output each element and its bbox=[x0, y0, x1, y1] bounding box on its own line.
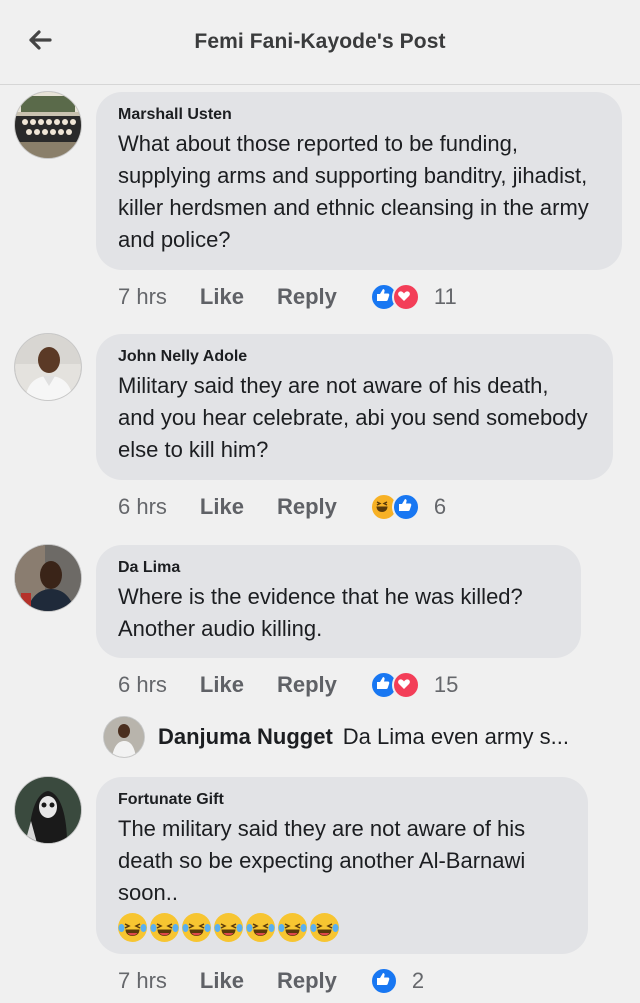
comment-author[interactable]: Da Lima bbox=[118, 559, 559, 577]
like-button[interactable]: Like bbox=[200, 494, 244, 520]
comment-actions: 6 hrs Like Reply 6 bbox=[118, 492, 446, 522]
comment-author[interactable]: Marshall Usten bbox=[118, 106, 600, 124]
reaction-count[interactable]: 11 bbox=[434, 284, 457, 310]
comment-actions: 6 hrs Like Reply 15 bbox=[118, 670, 458, 700]
tears-of-joy-emoji-icon bbox=[214, 913, 243, 942]
comment-time[interactable]: 7 hrs bbox=[118, 968, 167, 994]
comment-time[interactable]: 6 hrs bbox=[118, 672, 167, 698]
reaction-count[interactable]: 15 bbox=[434, 672, 458, 698]
tears-of-joy-emoji-icon bbox=[310, 913, 339, 942]
reply-button[interactable]: Reply bbox=[277, 494, 337, 520]
comment-text: Military said they are not aware of his … bbox=[118, 373, 588, 462]
reactions-summary[interactable] bbox=[369, 283, 420, 311]
tears-of-joy-emoji-icon bbox=[246, 913, 275, 942]
love-reaction-icon bbox=[391, 671, 420, 699]
avatar[interactable] bbox=[104, 717, 144, 757]
like-reaction-icon bbox=[391, 493, 420, 521]
emoji-row bbox=[118, 913, 566, 942]
comment-actions: 7 hrs Like Reply 11 bbox=[118, 282, 457, 312]
comment-author[interactable]: Fortunate Gift bbox=[118, 791, 566, 809]
reply-button[interactable]: Reply bbox=[277, 284, 337, 310]
tears-of-joy-emoji-icon bbox=[182, 913, 211, 942]
like-reaction-icon bbox=[369, 967, 398, 995]
comment-author[interactable]: John Nelly Adole bbox=[118, 348, 591, 366]
reply-preview[interactable]: Danjuma Nugget Da Lima even army s... bbox=[104, 715, 569, 759]
avatar[interactable] bbox=[15, 334, 81, 400]
reaction-count[interactable]: 6 bbox=[434, 494, 446, 520]
reply-author[interactable]: Danjuma Nugget bbox=[158, 724, 333, 750]
avatar[interactable] bbox=[15, 92, 81, 158]
comment-text: Where is the evidence that he was killed… bbox=[118, 584, 523, 641]
tears-of-joy-emoji-icon bbox=[278, 913, 307, 942]
comment-bubble[interactable]: Marshall Usten What about those reported… bbox=[96, 92, 622, 270]
like-button[interactable]: Like bbox=[200, 672, 244, 698]
tears-of-joy-emoji-icon bbox=[118, 913, 147, 942]
comment-bubble[interactable]: Da Lima Where is the evidence that he wa… bbox=[96, 545, 581, 658]
app-header: Femi Fani-Kayode's Post bbox=[0, 0, 640, 85]
page-title: Femi Fani-Kayode's Post bbox=[194, 30, 446, 53]
reactions-summary[interactable] bbox=[369, 967, 398, 995]
comment-text: The military said they are not aware of … bbox=[118, 816, 526, 905]
reply-button[interactable]: Reply bbox=[277, 672, 337, 698]
reply-text: Da Lima even army s... bbox=[342, 724, 569, 749]
love-reaction-icon bbox=[391, 283, 420, 311]
comment-actions: 7 hrs Like Reply 2 bbox=[118, 966, 424, 996]
avatar[interactable] bbox=[15, 545, 81, 611]
reaction-count[interactable]: 2 bbox=[412, 968, 424, 994]
comment-text: What about those reported to be funding,… bbox=[118, 131, 589, 252]
tears-of-joy-emoji-icon bbox=[150, 913, 179, 942]
reactions-summary[interactable] bbox=[369, 671, 420, 699]
comment-time[interactable]: 7 hrs bbox=[118, 284, 167, 310]
reactions-summary[interactable] bbox=[369, 493, 420, 521]
comment-bubble[interactable]: Fortunate Gift The military said they ar… bbox=[96, 777, 588, 954]
like-button[interactable]: Like bbox=[200, 968, 244, 994]
comment-time[interactable]: 6 hrs bbox=[118, 494, 167, 520]
avatar[interactable] bbox=[15, 777, 81, 843]
comment-bubble[interactable]: John Nelly Adole Military said they are … bbox=[96, 334, 613, 480]
like-button[interactable]: Like bbox=[200, 284, 244, 310]
reply-button[interactable]: Reply bbox=[277, 968, 337, 994]
